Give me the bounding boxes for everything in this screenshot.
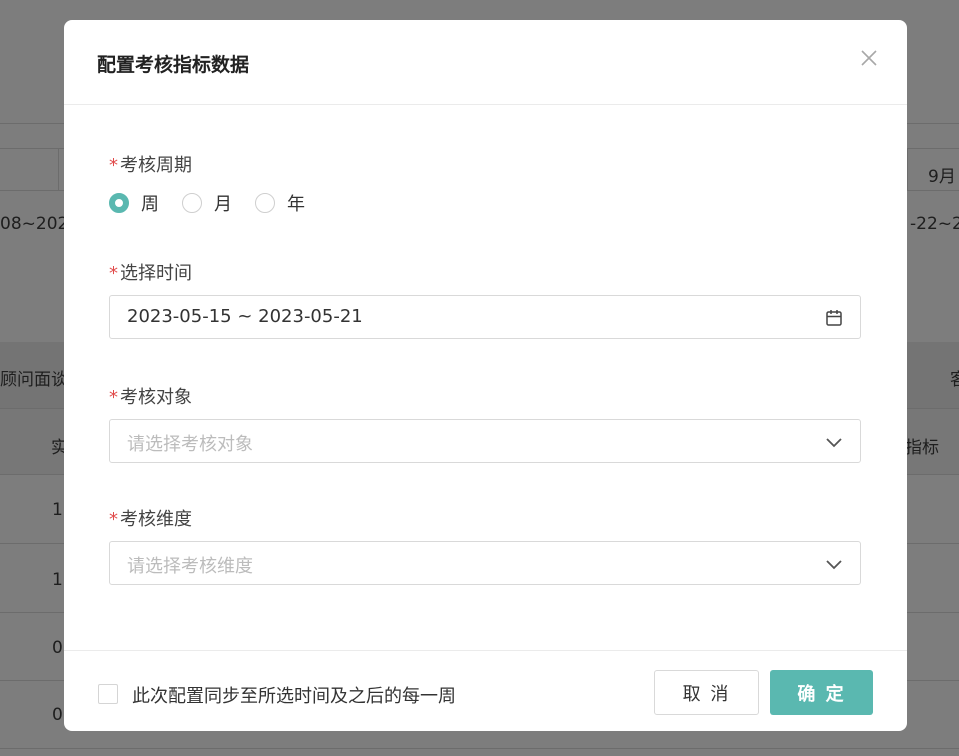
bg-text: 08~202: [0, 214, 69, 234]
radio-year[interactable]: 年: [255, 190, 305, 216]
bg-text: 0: [52, 705, 63, 725]
dimension-select[interactable]: 请选择考核维度: [109, 541, 861, 585]
target-placeholder: 请选择考核对象: [127, 434, 253, 455]
required-mark: *: [109, 263, 118, 284]
dimension-label-text: 考核维度: [120, 509, 192, 530]
bg-text: 顾问面谈: [0, 370, 68, 390]
chevron-down-icon[interactable]: [824, 432, 844, 452]
radio-month-label: 月: [214, 194, 232, 215]
chevron-down-icon[interactable]: [824, 554, 844, 574]
radio-month-dot[interactable]: [182, 193, 202, 213]
radio-week[interactable]: 周: [109, 190, 159, 216]
cancel-button[interactable]: 取 消: [654, 670, 759, 715]
dialog-header: 配置考核指标数据: [64, 20, 907, 105]
radio-year-label: 年: [287, 194, 305, 215]
confirm-button[interactable]: 确 定: [770, 670, 873, 715]
target-label-text: 考核对象: [120, 387, 192, 408]
bg-text: -22~2: [910, 214, 959, 234]
config-dialog: 配置考核指标数据 * 考核周期 周 月 年 * 选择时间 2023-05-15 ~ …: [64, 20, 907, 731]
target-select[interactable]: 请选择考核对象: [109, 419, 861, 463]
sync-checkbox-label[interactable]: 此次配置同步至所选时间及之后的每一周: [132, 682, 456, 708]
bg-text: 9月: [928, 167, 956, 187]
dialog-footer: 此次配置同步至所选时间及之后的每一周 取 消 确 定: [64, 650, 907, 731]
sync-checkbox[interactable]: [98, 684, 118, 704]
dimension-label: * 考核维度: [109, 505, 192, 531]
period-label: * 考核周期: [109, 151, 192, 177]
bg-text: 客: [950, 370, 959, 390]
close-icon[interactable]: [859, 48, 879, 68]
dialog-title: 配置考核指标数据: [97, 54, 250, 76]
radio-year-dot[interactable]: [255, 193, 275, 213]
bg-text: 0: [52, 638, 63, 658]
date-range-input[interactable]: 2023-05-15 ~ 2023-05-21: [109, 295, 861, 339]
target-label: * 考核对象: [109, 383, 192, 409]
required-mark: *: [109, 155, 118, 176]
date-range-value: 2023-05-15 ~ 2023-05-21: [127, 306, 363, 327]
bg-text: 指标: [905, 438, 939, 458]
calendar-icon[interactable]: [824, 308, 844, 328]
bg-text: 1: [52, 570, 63, 590]
radio-week-label: 周: [141, 194, 159, 215]
period-radio-group: 周 月 年: [109, 191, 328, 215]
time-label: * 选择时间: [109, 259, 192, 285]
time-label-text: 选择时间: [120, 263, 192, 284]
bg-text: 1: [52, 500, 63, 520]
period-label-text: 考核周期: [120, 155, 192, 176]
required-mark: *: [109, 387, 118, 408]
radio-month[interactable]: 月: [182, 190, 232, 216]
required-mark: *: [109, 509, 118, 530]
radio-week-dot[interactable]: [109, 193, 129, 213]
dimension-placeholder: 请选择考核维度: [127, 556, 253, 577]
